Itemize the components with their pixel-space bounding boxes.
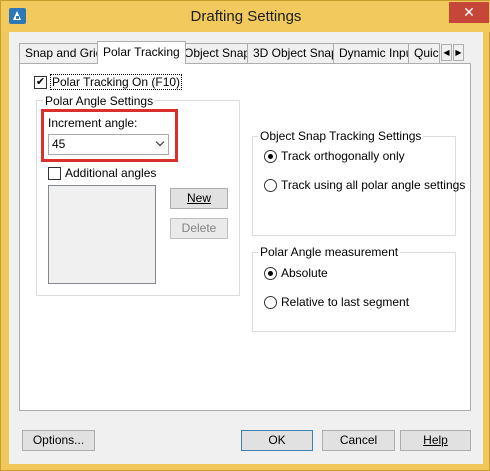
relative-radio[interactable]: [264, 296, 277, 309]
tab-3d-object-snap[interactable]: 3D Object Snap: [247, 43, 344, 63]
tab-quick-properties[interactable]: Quic: [408, 43, 440, 63]
cancel-button[interactable]: Cancel: [322, 430, 395, 451]
delete-button: Delete: [170, 218, 228, 239]
title-bar[interactable]: Drafting Settings ✕: [1, 1, 490, 32]
checkmark-icon: ✔: [35, 76, 46, 88]
tab-scroll-left-icon[interactable]: ◀: [441, 44, 452, 61]
relative-label[interactable]: Relative to last segment: [281, 295, 409, 309]
polar-angle-measurement-title: Polar Angle measurement: [258, 245, 401, 259]
tab-snap-and-grid[interactable]: Snap and Grid: [19, 43, 109, 63]
close-button[interactable]: ✕: [449, 2, 489, 23]
track-ortho-radio[interactable]: [264, 150, 277, 163]
tab-scroll-right-icon[interactable]: ▶: [453, 44, 464, 61]
object-snap-tracking-title: Object Snap Tracking Settings: [258, 129, 424, 143]
options-button[interactable]: Options...: [22, 430, 95, 451]
polar-tracking-on-label[interactable]: Polar Tracking On (F10): [49, 74, 183, 90]
absolute-radio[interactable]: [264, 267, 277, 280]
polar-tracking-on-checkbox[interactable]: ✔: [34, 76, 47, 89]
new-button[interactable]: New: [170, 188, 228, 209]
drafting-settings-window: Drafting Settings ✕ Snap and Grid Polar …: [0, 0, 490, 471]
ok-button[interactable]: OK: [241, 430, 313, 451]
window-title: Drafting Settings: [190, 8, 302, 25]
polar-tracking-panel: ✔ Polar Tracking On (F10) Polar Angle Se…: [19, 63, 471, 411]
tab-polar-tracking[interactable]: Polar Tracking: [97, 41, 186, 64]
increment-angle-highlight: [41, 109, 178, 162]
help-button[interactable]: Help: [400, 430, 471, 451]
additional-angles-list[interactable]: [48, 185, 156, 284]
track-all-polar-radio[interactable]: [264, 179, 277, 192]
additional-angles-checkbox[interactable]: [48, 167, 61, 180]
track-all-polar-label[interactable]: Track using all polar angle settings: [281, 178, 465, 192]
dialog-client: Snap and Grid Polar Tracking Object Snap…: [9, 32, 483, 464]
polar-angle-measurement-group: [252, 252, 456, 332]
polar-angle-settings-title: Polar Angle Settings: [43, 94, 156, 108]
track-ortho-label[interactable]: Track orthogonally only: [281, 149, 405, 163]
additional-angles-label[interactable]: Additional angles: [65, 166, 156, 180]
tab-object-snap[interactable]: Object Snap: [178, 43, 257, 63]
absolute-label[interactable]: Absolute: [281, 266, 328, 280]
